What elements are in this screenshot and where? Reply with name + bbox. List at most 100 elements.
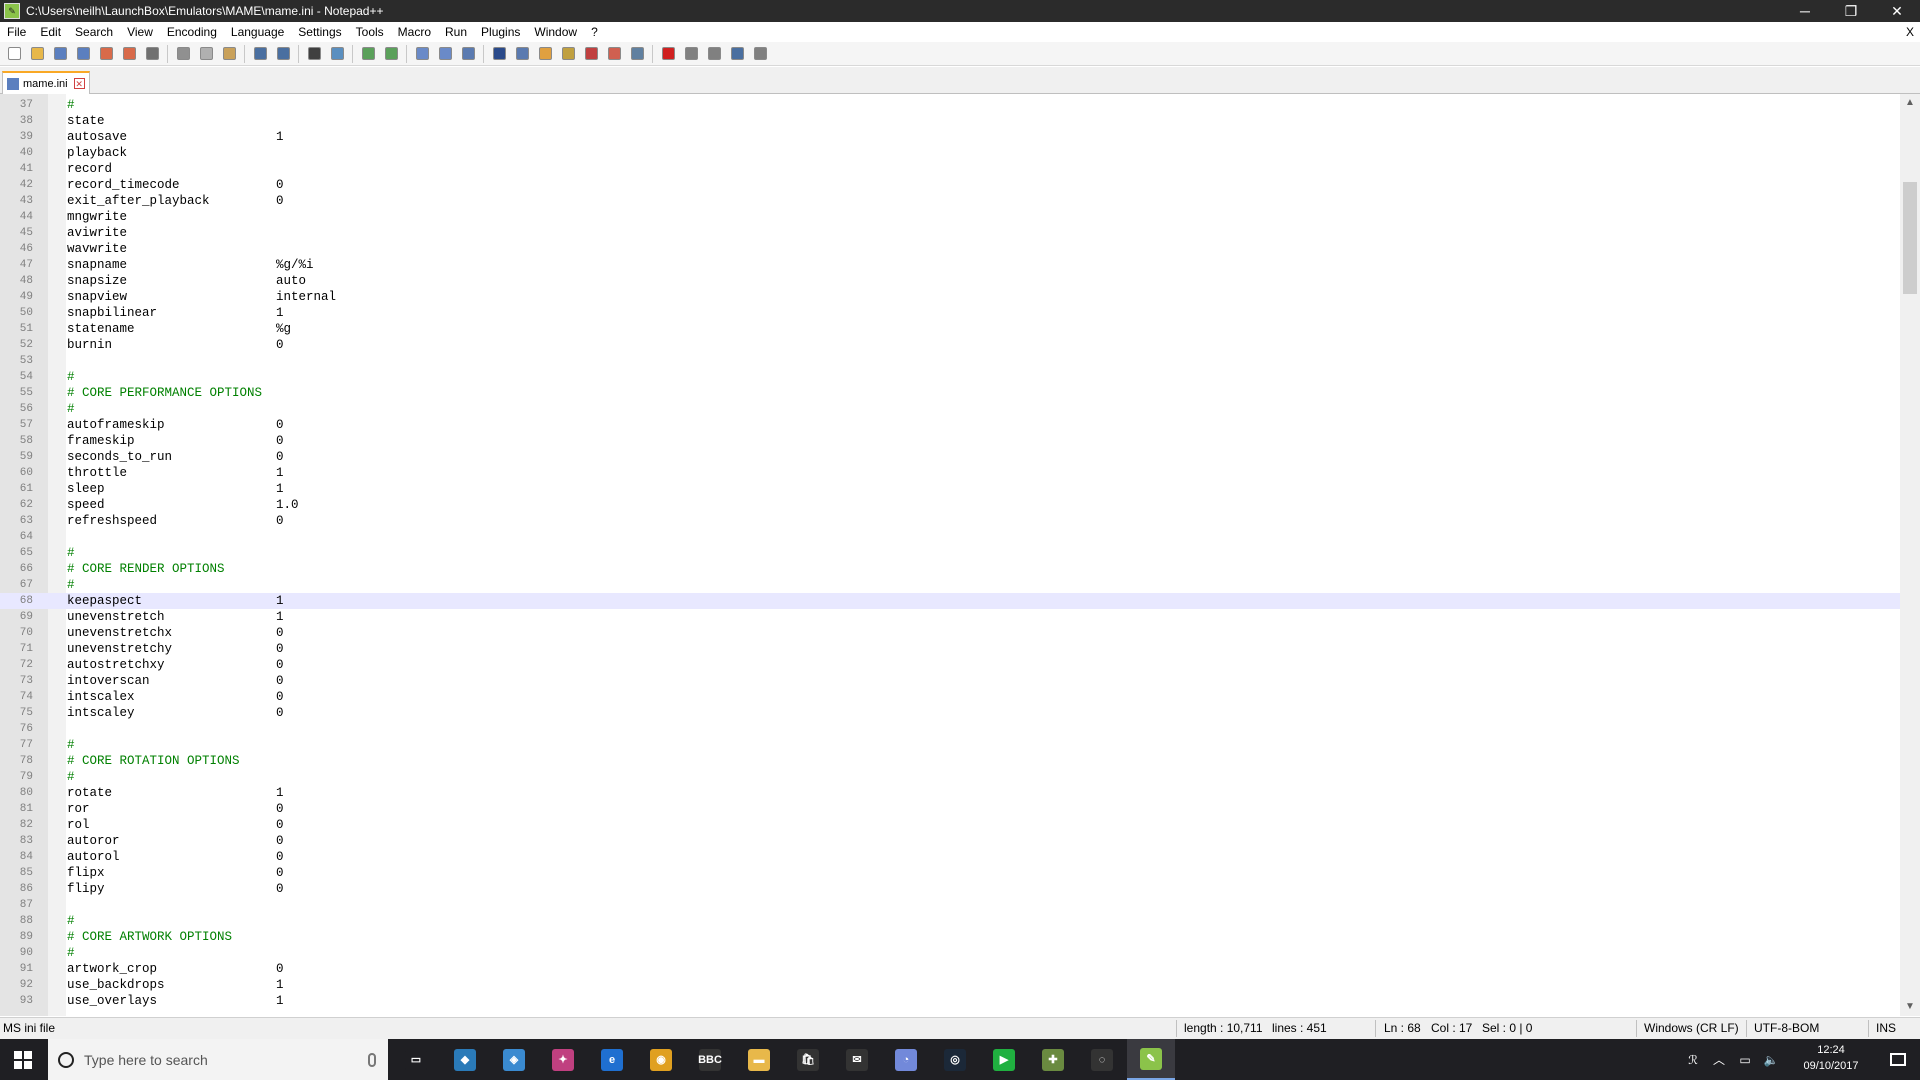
doc-map-button[interactable] bbox=[558, 44, 578, 64]
start-button[interactable] bbox=[0, 1039, 46, 1080]
replace-button[interactable] bbox=[327, 44, 347, 64]
editor-line[interactable]: 62 speed 1.0 bbox=[0, 497, 1900, 513]
udl-button[interactable] bbox=[535, 44, 555, 64]
editor-line[interactable]: 51 statename %g bbox=[0, 321, 1900, 337]
menu-view[interactable]: View bbox=[120, 22, 160, 42]
menu-run[interactable]: Run bbox=[438, 22, 474, 42]
record-macro-button[interactable] bbox=[658, 44, 678, 64]
taskbar-app-notepadpp[interactable]: ✎ bbox=[1127, 1039, 1175, 1080]
restore-button[interactable]: ❐ bbox=[1828, 0, 1874, 22]
play-macro-button[interactable] bbox=[704, 44, 724, 64]
system-clock[interactable]: 12:24 09/10/2017 bbox=[1786, 1042, 1876, 1074]
editor-line[interactable]: 90 # bbox=[0, 945, 1900, 961]
editor-line[interactable]: 72 autostretchxy 0 bbox=[0, 657, 1900, 673]
run-macro-multiple-button[interactable] bbox=[727, 44, 747, 64]
editor-line[interactable]: 86 flipy 0 bbox=[0, 881, 1900, 897]
editor-line[interactable]: 49 snapview internal bbox=[0, 289, 1900, 305]
editor-line[interactable]: 76 bbox=[0, 721, 1900, 737]
editor-line[interactable]: 78 # CORE ROTATION OPTIONS bbox=[0, 753, 1900, 769]
editor-line[interactable]: 38 state bbox=[0, 113, 1900, 129]
editor-line[interactable]: 55 # CORE PERFORMANCE OPTIONS bbox=[0, 385, 1900, 401]
save-macro-button[interactable] bbox=[750, 44, 770, 64]
save-all-button[interactable] bbox=[73, 44, 93, 64]
editor-line[interactable]: 73 intoverscan 0 bbox=[0, 673, 1900, 689]
taskbar-app-colorful-app[interactable]: ✦ bbox=[539, 1039, 587, 1080]
editor-line[interactable]: 81 ror 0 bbox=[0, 801, 1900, 817]
cut-button[interactable] bbox=[173, 44, 193, 64]
editor-line[interactable]: 80 rotate 1 bbox=[0, 785, 1900, 801]
editor-line[interactable]: 54 # bbox=[0, 369, 1900, 385]
editor-line[interactable]: 39 autosave 1 bbox=[0, 129, 1900, 145]
taskbar-app-edge[interactable]: e bbox=[588, 1039, 636, 1080]
menu-plugins[interactable]: Plugins bbox=[474, 22, 527, 42]
menu-language[interactable]: Language bbox=[224, 22, 291, 42]
show-hidden-icons-icon[interactable]: ︿ bbox=[1706, 1051, 1732, 1068]
close-button[interactable]: ✕ bbox=[1874, 0, 1920, 22]
network-icon[interactable]: ▭ bbox=[1732, 1053, 1758, 1067]
editor-area[interactable]: 37 #38 state 39 autosave 1 40 playback 41 record 4… bbox=[0, 94, 1920, 1016]
taskbar-app-mail[interactable]: ✉ bbox=[833, 1039, 881, 1080]
editor-line[interactable]: 63 refreshspeed 0 bbox=[0, 513, 1900, 529]
editor-line[interactable]: 41 record bbox=[0, 161, 1900, 177]
taskbar-app-store[interactable]: 🛍 bbox=[784, 1039, 832, 1080]
editor-line[interactable]: 37 # bbox=[0, 97, 1900, 113]
editor-line[interactable]: 68 keepaspect 1 bbox=[0, 593, 1900, 609]
editor-line[interactable]: 53 bbox=[0, 353, 1900, 369]
word-wrap-button[interactable] bbox=[458, 44, 478, 64]
editor-line[interactable]: 69 unevenstretch 1 bbox=[0, 609, 1900, 625]
editor-line[interactable]: 65 # bbox=[0, 545, 1900, 561]
menu-settings[interactable]: Settings bbox=[291, 22, 348, 42]
editor-line[interactable]: 40 playback bbox=[0, 145, 1900, 161]
taskbar-app-task-view[interactable]: ▭ bbox=[392, 1039, 440, 1080]
sync-vertical-button[interactable] bbox=[412, 44, 432, 64]
scroll-thumb[interactable] bbox=[1903, 182, 1917, 294]
taskbar-app-launchbox[interactable]: ◈ bbox=[490, 1039, 538, 1080]
monitoring-button[interactable] bbox=[627, 44, 647, 64]
status-encoding[interactable]: UTF-8-BOM bbox=[1754, 1021, 1819, 1035]
menu-edit[interactable]: Edit bbox=[33, 22, 68, 42]
editor-line[interactable]: 60 throttle 1 bbox=[0, 465, 1900, 481]
taskbar-app-chrome[interactable]: ◉ bbox=[637, 1039, 685, 1080]
close-document-button[interactable]: X bbox=[1906, 22, 1914, 42]
close-button[interactable] bbox=[96, 44, 116, 64]
zoom-in-button[interactable] bbox=[358, 44, 378, 64]
stop-macro-button[interactable] bbox=[681, 44, 701, 64]
status-eol[interactable]: Windows (CR LF) bbox=[1644, 1021, 1739, 1035]
new-file-button[interactable] bbox=[4, 44, 24, 64]
editor-line[interactable]: 79 # bbox=[0, 769, 1900, 785]
editor-line[interactable]: 44 mngwrite bbox=[0, 209, 1900, 225]
taskbar-app-file-explorer[interactable]: ▬ bbox=[735, 1039, 783, 1080]
tab-close-icon[interactable]: ✕ bbox=[73, 78, 85, 89]
menu-encoding[interactable]: Encoding bbox=[160, 22, 224, 42]
save-button[interactable] bbox=[50, 44, 70, 64]
editor-line[interactable]: 85 flipx 0 bbox=[0, 865, 1900, 881]
editor-line[interactable]: 75 intscaley 0 bbox=[0, 705, 1900, 721]
editor-line[interactable]: 92 use_backdrops 1 bbox=[0, 977, 1900, 993]
editor-line[interactable]: 70 unevenstretchx 0 bbox=[0, 625, 1900, 641]
editor-line[interactable]: 42 record_timecode 0 bbox=[0, 177, 1900, 193]
scroll-down-icon[interactable]: ▼ bbox=[1900, 998, 1920, 1016]
indent-guide-button[interactable] bbox=[512, 44, 532, 64]
menu-file[interactable]: File bbox=[0, 22, 33, 42]
folder-workspace-button[interactable] bbox=[604, 44, 624, 64]
taskbar-app-bbc[interactable]: BBC bbox=[686, 1039, 734, 1080]
menu-search[interactable]: Search bbox=[68, 22, 120, 42]
taskbar-search[interactable]: Type here to search bbox=[48, 1039, 388, 1080]
vertical-scrollbar[interactable]: ▲ ▼ bbox=[1900, 94, 1920, 1016]
editor-line[interactable]: 82 rol 0 bbox=[0, 817, 1900, 833]
menu-macro[interactable]: Macro bbox=[391, 22, 438, 42]
editor-line[interactable]: 84 autorol 0 bbox=[0, 849, 1900, 865]
zoom-out-button[interactable] bbox=[381, 44, 401, 64]
scroll-up-icon[interactable]: ▲ bbox=[1900, 94, 1920, 112]
editor-line[interactable]: 66 # CORE RENDER OPTIONS bbox=[0, 561, 1900, 577]
editor-line[interactable]: 47 snapname %g/%i bbox=[0, 257, 1900, 273]
editor-line[interactable]: 89 # CORE ARTWORK OPTIONS bbox=[0, 929, 1900, 945]
editor-line[interactable]: 52 burnin 0 bbox=[0, 337, 1900, 353]
editor-line[interactable]: 58 frameskip 0 bbox=[0, 433, 1900, 449]
editor-line[interactable]: 57 autoframeskip 0 bbox=[0, 417, 1900, 433]
status-insert-mode[interactable]: INS bbox=[1876, 1021, 1896, 1035]
editor-line[interactable]: 87 bbox=[0, 897, 1900, 913]
taskbar-app-discord[interactable]: ◔ bbox=[882, 1039, 930, 1080]
function-list-button[interactable] bbox=[581, 44, 601, 64]
microphone-icon[interactable] bbox=[368, 1052, 376, 1067]
